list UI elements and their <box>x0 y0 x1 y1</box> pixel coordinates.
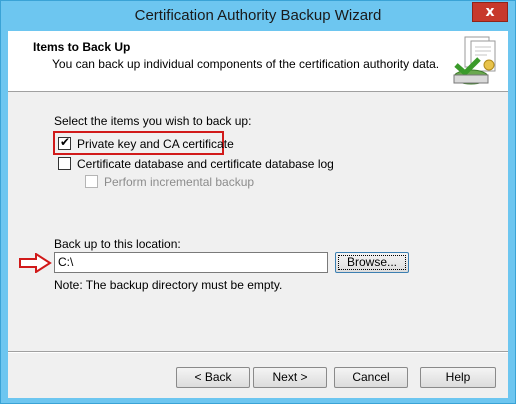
back-button-label: < Back <box>194 370 232 384</box>
incremental-backup-checkbox[interactable] <box>85 175 98 188</box>
incremental-backup-label: Perform incremental backup <box>104 175 255 189</box>
private-key-checkbox[interactable]: ✔ <box>58 135 71 150</box>
wizard-client-area: Items to Back Up You can back up individ… <box>8 31 508 398</box>
close-button[interactable]: x <box>472 2 508 22</box>
focus-ring <box>338 255 406 270</box>
cancel-button[interactable]: Cancel <box>334 367 408 388</box>
wizard-header: Items to Back Up You can back up individ… <box>8 31 508 92</box>
wizard-window: Certification Authority Backup Wizard x … <box>0 0 516 404</box>
checkmark-icon: ✔ <box>60 135 71 149</box>
next-button[interactable]: Next > <box>253 367 327 388</box>
backup-note: Note: The backup directory must be empty… <box>54 278 283 292</box>
certificate-database-label[interactable]: Certificate database and certificate dat… <box>77 157 334 171</box>
footer-divider-highlight <box>8 352 508 353</box>
backup-location-label: Back up to this location: <box>54 237 181 251</box>
cancel-button-label: Cancel <box>352 370 390 384</box>
window-title: Certification Authority Backup Wizard <box>134 7 382 24</box>
red-arrow-annotation-icon <box>19 253 52 273</box>
backup-location-input[interactable]: C:\ <box>54 252 328 273</box>
back-button[interactable]: < Back <box>176 367 250 388</box>
certificate-backup-icon <box>453 36 496 85</box>
browse-button[interactable]: Browse... <box>335 252 409 273</box>
help-button[interactable]: Help <box>420 367 496 388</box>
help-button-label: Help <box>445 370 471 384</box>
close-icon: x <box>485 4 495 20</box>
title-bar[interactable]: Certification Authority Backup Wizard x <box>1 1 515 31</box>
page-subtitle: You can back up individual components of… <box>52 57 440 71</box>
next-button-label: Next > <box>272 370 308 384</box>
select-items-prompt: Select the items you wish to back up: <box>54 114 252 128</box>
private-key-label[interactable]: Private key and CA certificate <box>77 137 234 151</box>
page-title: Items to Back Up <box>33 40 131 54</box>
certificate-database-checkbox[interactable] <box>58 157 71 170</box>
